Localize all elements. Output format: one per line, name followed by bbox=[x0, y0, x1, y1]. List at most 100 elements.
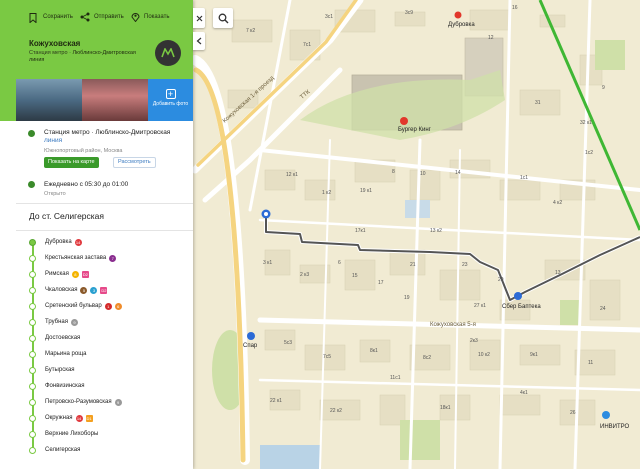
route-station[interactable]: Бутырская bbox=[29, 365, 75, 375]
station-dot-icon bbox=[29, 350, 36, 358]
house-number: 29 bbox=[498, 277, 504, 283]
house-number: 14 bbox=[455, 170, 461, 176]
metro-icon bbox=[28, 130, 35, 137]
route-station[interactable]: Дубровка 14 bbox=[29, 237, 82, 247]
metro-line-badge: D2 bbox=[100, 286, 108, 294]
station-photo[interactable] bbox=[82, 79, 148, 121]
route-station[interactable]: Фонвизинская bbox=[29, 381, 85, 391]
house-number: 10 к2 bbox=[478, 352, 490, 358]
house-number: 3с1 bbox=[325, 14, 334, 20]
house-number: 4 к2 bbox=[553, 200, 563, 206]
house-number: 23 bbox=[462, 262, 468, 268]
show-label: Показать bbox=[144, 14, 170, 20]
save-button[interactable]: Сохранить bbox=[43, 14, 73, 20]
station-dot-icon bbox=[29, 318, 36, 326]
house-number: 8к1 bbox=[370, 348, 378, 354]
house-number: 22 к1 bbox=[270, 398, 282, 404]
house-number: 18к1 bbox=[440, 405, 451, 411]
pin-icon[interactable] bbox=[131, 12, 140, 22]
metro-info: Станция метро · Люблинско-Дмитровская ли… bbox=[44, 129, 189, 145]
house-number: 12 к1 bbox=[286, 172, 298, 178]
show-button[interactable]: Показать bbox=[144, 14, 170, 20]
house-number: 2 к3 bbox=[300, 272, 310, 278]
house-number: 5с3 bbox=[284, 340, 293, 346]
add-photo-label: Добавить фото bbox=[152, 101, 189, 107]
share-icon[interactable] bbox=[80, 12, 90, 22]
street-label-kozhukh5: Кожуховская 5-я bbox=[430, 322, 476, 328]
station-name: Селигерская bbox=[45, 447, 81, 453]
route-station[interactable]: Селигерская bbox=[29, 445, 80, 455]
metro-line-badge: 14 bbox=[74, 238, 82, 246]
house-number: 7с1 bbox=[303, 42, 312, 48]
station-photo[interactable] bbox=[16, 79, 82, 121]
show-on-map-button[interactable]: Показать на карте bbox=[44, 157, 99, 168]
poi-invitro-label[interactable]: ИНВИТРО bbox=[600, 424, 629, 430]
station-name: Римская bbox=[45, 271, 69, 277]
house-number: 1 к2 bbox=[322, 190, 332, 196]
route-title: До ст. Селигерская bbox=[29, 211, 105, 221]
poi-sber-label[interactable]: Сбер Баптека bbox=[502, 304, 541, 310]
metro-line-badge: D2 bbox=[81, 270, 89, 278]
house-number: 7 к2 bbox=[246, 28, 256, 34]
subtitle-prefix: Станция метро · bbox=[29, 50, 73, 56]
house-number: 1с2 bbox=[585, 150, 594, 156]
metro-line-badge: 8 bbox=[71, 270, 79, 278]
route-station[interactable]: Чкаловская 5 3 D2 bbox=[29, 285, 108, 295]
route-station[interactable]: Крестьянская застава 7 bbox=[29, 253, 117, 263]
house-number: 8 bbox=[392, 169, 395, 175]
route-station[interactable]: Петровско-Разумовская 9 bbox=[29, 397, 122, 407]
house-number: 19 к1 bbox=[360, 188, 372, 194]
metro-line-link[interactable]: линия bbox=[44, 137, 62, 144]
view-button[interactable]: Рассмотреть bbox=[113, 157, 156, 168]
house-number: 6 bbox=[338, 260, 341, 266]
house-number: 19 bbox=[404, 295, 410, 301]
house-number: 21 bbox=[410, 262, 416, 268]
bookmark-icon[interactable] bbox=[29, 13, 37, 23]
station-name: Трубная bbox=[45, 319, 69, 325]
poi-dubrovka-label[interactable]: Дубровка bbox=[448, 22, 475, 28]
share-button[interactable]: Отправить bbox=[94, 14, 124, 20]
route-station[interactable]: Трубная 9 bbox=[29, 317, 79, 327]
station-name: Крестьянская застава bbox=[45, 255, 107, 261]
station-name: Петровско-Разумовская bbox=[45, 399, 112, 405]
route-station[interactable]: Окружная 14 D1 bbox=[29, 413, 93, 423]
route-station[interactable]: Римская 8 D2 bbox=[29, 269, 89, 279]
route-station[interactable]: Марьина роща bbox=[29, 349, 86, 359]
house-number: 17к1 bbox=[355, 228, 366, 234]
station-dot-icon bbox=[29, 366, 36, 374]
poi-spar-label[interactable]: Спар bbox=[243, 343, 257, 349]
metro-line-badge: 14 bbox=[75, 414, 83, 422]
station-name: Чкаловская bbox=[45, 287, 78, 293]
station-dot-icon bbox=[29, 302, 36, 310]
house-number: 32 к1 bbox=[580, 120, 592, 126]
house-number: 26 bbox=[570, 410, 576, 416]
route-station[interactable]: Сретенский бульвар 1 6 bbox=[29, 301, 122, 311]
station-dot-icon bbox=[29, 254, 36, 262]
panel-left-accent bbox=[0, 79, 16, 121]
metro-line-badge: 9 bbox=[114, 398, 122, 406]
save-label: Сохранить bbox=[43, 14, 73, 20]
poi-burger-king-label[interactable]: Бургер Кинг bbox=[398, 127, 431, 133]
collapse-panel-button[interactable] bbox=[193, 32, 205, 50]
house-number: 11 bbox=[588, 360, 594, 366]
search-icon bbox=[218, 13, 228, 23]
house-number: 2к3 bbox=[470, 338, 478, 344]
station-dot-icon bbox=[29, 270, 36, 278]
search-button[interactable] bbox=[213, 8, 233, 28]
house-number: 1с1 bbox=[520, 175, 529, 181]
house-number: 12 bbox=[488, 35, 494, 41]
route-station[interactable]: Достоевская bbox=[29, 333, 80, 343]
house-number: 22 к2 bbox=[330, 408, 342, 414]
metro-line-badge: 7 bbox=[109, 254, 117, 262]
close-button[interactable] bbox=[193, 8, 205, 28]
house-number: 15 bbox=[352, 273, 358, 279]
photo-strip: + Добавить фото bbox=[16, 79, 193, 121]
route-station[interactable]: Верхние Лихоборы bbox=[29, 429, 98, 439]
station-name: Окружная bbox=[45, 415, 73, 421]
chevron-left-icon bbox=[196, 37, 202, 45]
metro-line-badge: D1 bbox=[85, 414, 93, 422]
add-photo-button[interactable]: + Добавить фото bbox=[148, 79, 193, 121]
house-number: 27 к1 bbox=[474, 303, 486, 309]
district: Южнопортовый район, Москва bbox=[44, 148, 123, 154]
house-number: 11с1 bbox=[390, 375, 401, 381]
